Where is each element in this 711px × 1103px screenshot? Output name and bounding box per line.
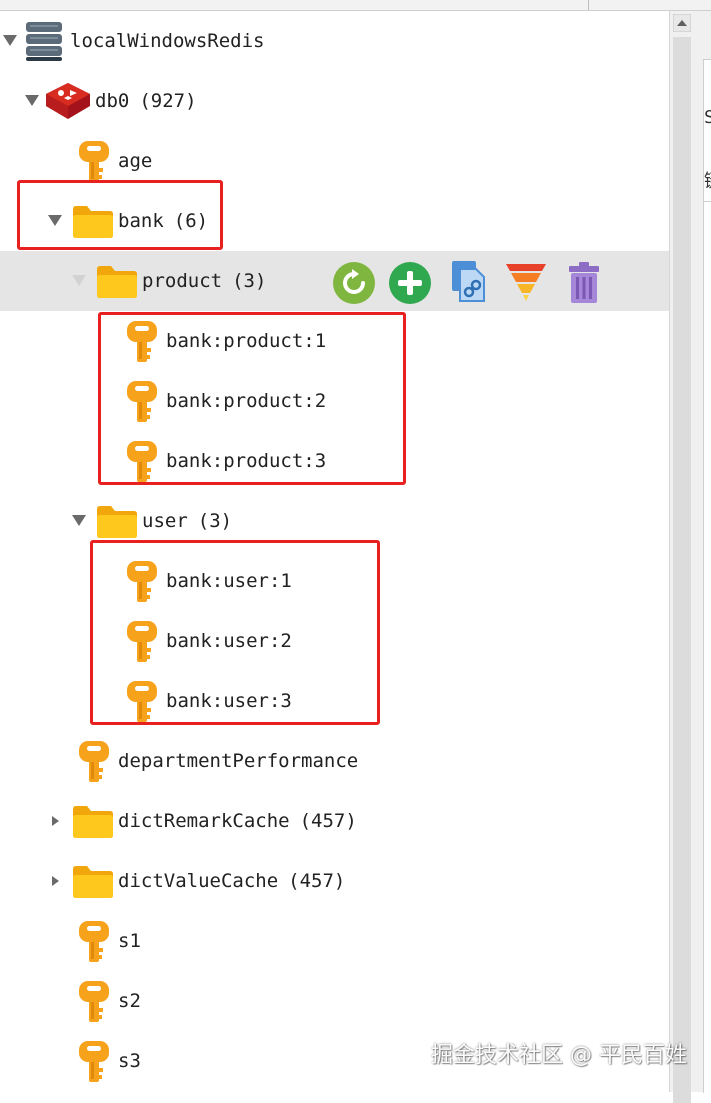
key-icon [78, 980, 110, 1024]
refresh-icon[interactable] [332, 261, 376, 305]
folder-icon [71, 863, 115, 899]
tree-scrollbar[interactable] [669, 11, 694, 1103]
tree-folder-product[interactable]: product (3) [0, 251, 669, 311]
delete-icon[interactable] [562, 261, 606, 305]
highlight-box-bank [17, 180, 223, 250]
folder-count: (457) [288, 870, 346, 892]
expand-arrow-icon[interactable] [3, 35, 17, 46]
tree-node-connection[interactable]: localWindowsRedis [0, 11, 669, 71]
expand-arrow-icon[interactable] [25, 95, 39, 106]
tree-folder-dict-value[interactable]: dictValueCache (457) [0, 851, 669, 911]
folder-icon [95, 263, 139, 299]
filter-icon[interactable] [504, 261, 548, 305]
key-name: s2 [118, 990, 141, 1012]
tree-key-s1[interactable]: s1 [0, 911, 669, 971]
key-name: age [118, 150, 153, 172]
add-icon[interactable] [388, 261, 432, 305]
expand-arrow-icon[interactable] [72, 275, 86, 286]
key-name: departmentPerformance [118, 750, 359, 772]
tree-folder-dict-remark[interactable]: dictRemarkCache (457) [0, 791, 669, 851]
key-name: s3 [118, 1050, 141, 1072]
detail-pane-char-1: S [704, 107, 711, 128]
scrollbar-thumb[interactable] [673, 37, 691, 1103]
highlight-box-product-keys [98, 312, 406, 485]
detail-inner-panel [703, 201, 711, 1093]
key-icon [78, 920, 110, 964]
top-border [0, 0, 711, 11]
redis-icon [46, 83, 90, 119]
key-icon [78, 1040, 110, 1084]
connection-name: localWindowsRedis [70, 30, 265, 52]
folder-count: (457) [299, 810, 357, 832]
server-icon [26, 22, 62, 61]
detail-pane-char-2: 键 [704, 167, 711, 193]
db-key-count: (927) [139, 90, 197, 112]
copy-link-icon[interactable] [446, 259, 490, 303]
collapse-arrow-icon[interactable] [52, 876, 59, 886]
tree-key-department[interactable]: departmentPerformance [0, 731, 669, 791]
scroll-up-icon[interactable] [673, 14, 691, 32]
folder-name: product [142, 270, 223, 292]
db-name: db0 [95, 90, 130, 112]
key-name: s1 [118, 930, 141, 952]
folder-count: (3) [232, 270, 267, 292]
folder-name: user [142, 510, 188, 532]
expand-arrow-icon[interactable] [72, 515, 86, 526]
folder-icon [95, 503, 139, 539]
watermark: 掘金技术社区 @ 平民百姓 [431, 1043, 687, 1068]
folder-count: (3) [197, 510, 233, 532]
highlight-box-user-keys [90, 540, 380, 725]
detail-pane: S 键 [693, 11, 711, 1093]
folder-icon [71, 803, 115, 839]
folder-name: dictRemarkCache [118, 810, 290, 832]
key-icon [78, 140, 110, 184]
tree-key-s2[interactable]: s2 [0, 971, 669, 1031]
tree-node-db0[interactable]: db0 (927) [0, 71, 669, 131]
collapse-arrow-icon[interactable] [52, 816, 59, 826]
folder-name: dictValueCache [118, 870, 279, 892]
key-icon [78, 740, 110, 784]
